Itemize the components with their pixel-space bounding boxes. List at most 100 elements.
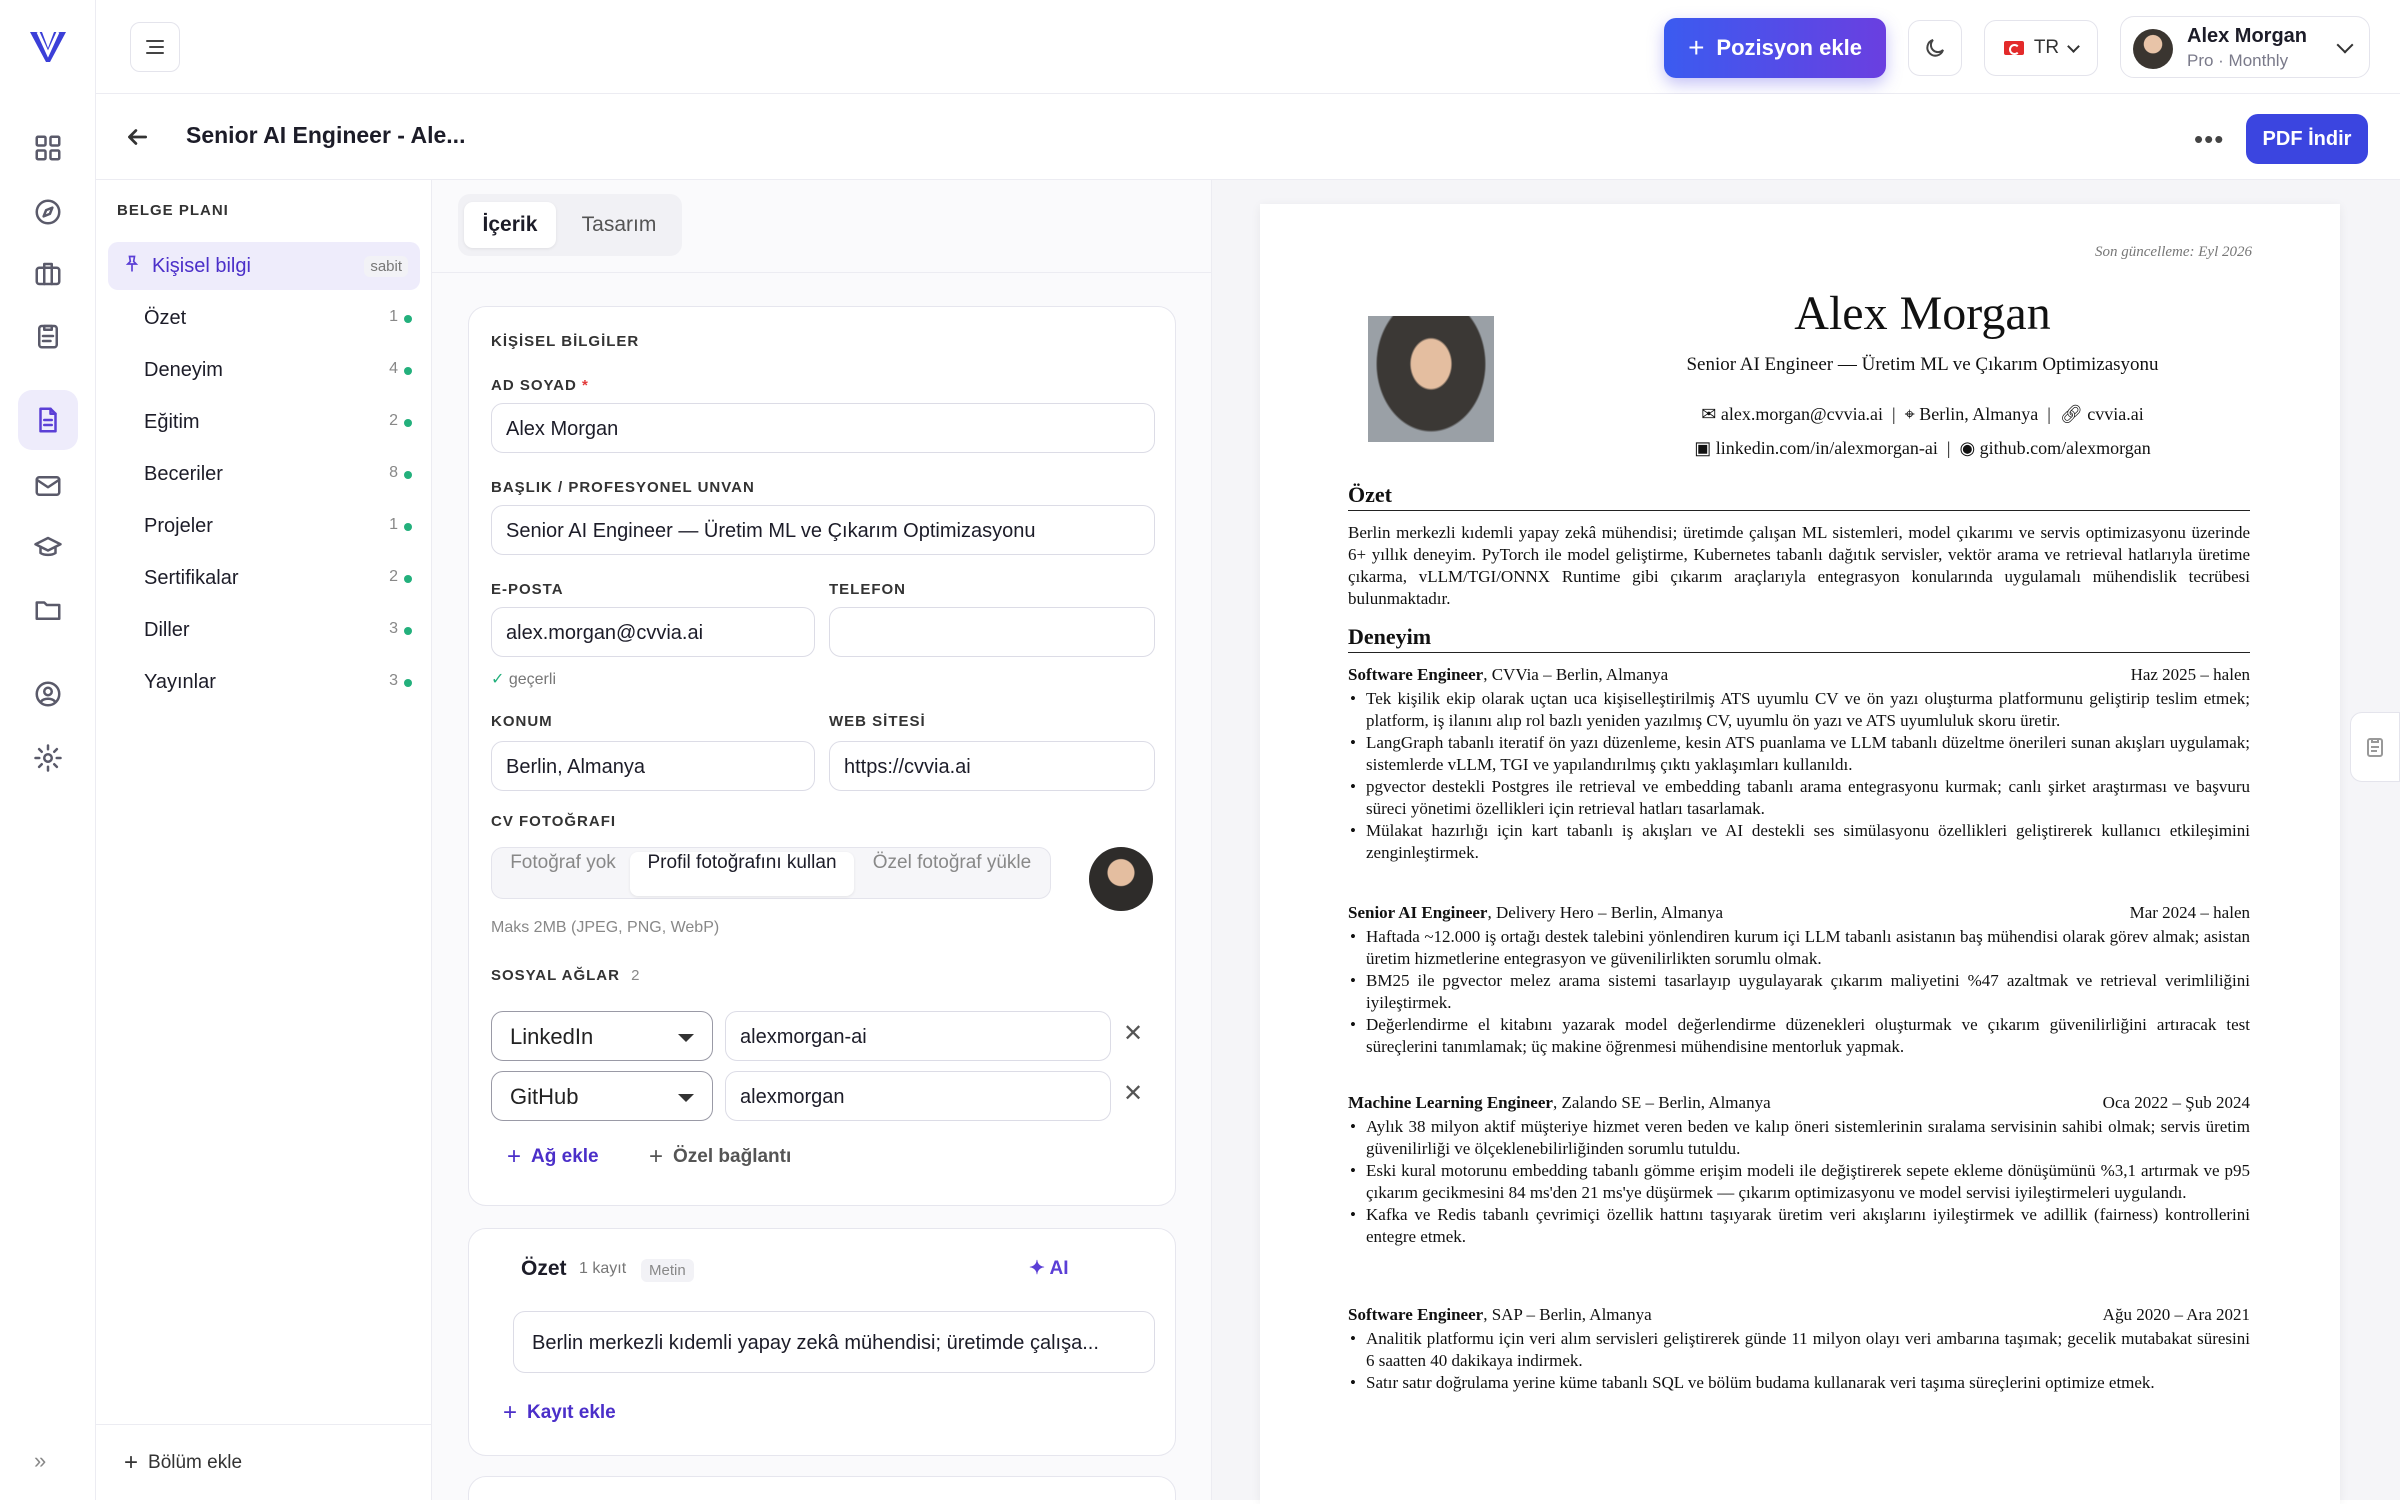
remove-social-icon[interactable]: ✕ xyxy=(1123,1019,1143,1048)
document-header: Senior AI Engineer - Ale... ••• PDF İndi… xyxy=(96,94,2400,180)
name-input[interactable]: Alex Morgan xyxy=(491,403,1155,453)
dashboard-icon[interactable] xyxy=(18,118,78,178)
job-title: Software Engineer xyxy=(1348,1305,1484,1324)
app-rail: » xyxy=(0,0,96,1500)
theme-toggle-button[interactable] xyxy=(1908,20,1962,76)
folder-icon[interactable] xyxy=(18,580,78,640)
summary-card: Özet 1 kayıt Metin ✦ AI Berlin merkezli … xyxy=(468,1228,1176,1456)
more-options-icon[interactable]: ••• xyxy=(2194,124,2224,155)
job-bullet: Aylık 38 milyon aktif müşteriye hizmet v… xyxy=(1348,1116,2250,1160)
cv-contact-line-1: ✉ alex.morgan@cvvia.ai | ⌖ Berlin, Alman… xyxy=(1701,404,2144,424)
plan-item-projects[interactable]: Projeler 1 xyxy=(108,502,420,550)
add-section-button[interactable]: + Bölüm ekle xyxy=(124,1449,242,1477)
user-circle-icon[interactable] xyxy=(18,664,78,724)
email-input[interactable]: alex.morgan@cvvia.ai xyxy=(491,607,815,657)
social-network-select[interactable]: GitHub xyxy=(491,1071,713,1121)
next-section-card xyxy=(468,1476,1176,1500)
summary-count: 1 kayıt xyxy=(579,1260,627,1277)
compass-icon[interactable] xyxy=(18,182,78,242)
location-label: KONUM xyxy=(491,713,553,730)
title-input[interactable]: Senior AI Engineer — Üretim ML ve Çıkarı… xyxy=(491,505,1155,555)
plan-item-certificates[interactable]: Sertifikalar 2 xyxy=(108,554,420,602)
job-dates: Mar 2024 – halen xyxy=(2129,903,2250,922)
website-input[interactable]: https://cvvia.ai xyxy=(829,741,1155,791)
photo-option-selector: Fotoğraf yok Profil fotoğrafını kullan Ö… xyxy=(491,847,1051,899)
remove-social-icon[interactable]: ✕ xyxy=(1123,1079,1143,1108)
language-select[interactable]: TR xyxy=(1984,20,2098,76)
add-network-button[interactable]: + Ağ ekle xyxy=(507,1143,599,1171)
job-bullet: Tek kişilik ekip olarak uçtan uca kişise… xyxy=(1348,688,2250,732)
status-dot xyxy=(404,315,412,323)
social-handle-input[interactable]: alexmorgan xyxy=(725,1071,1111,1121)
menu-icon xyxy=(146,40,164,54)
photo-option-upload[interactable]: Özel fotoğraf yükle xyxy=(858,852,1046,896)
side-panel-toggle[interactable] xyxy=(2350,712,2400,782)
plan-item-languages[interactable]: Diller 3 xyxy=(108,606,420,654)
moon-icon xyxy=(1926,39,1944,57)
location-input[interactable]: Berlin, Almanya xyxy=(491,741,815,791)
tabs-divider xyxy=(432,272,1211,273)
briefcase-icon[interactable] xyxy=(18,244,78,304)
add-record-button[interactable]: + Kayıt ekle xyxy=(503,1399,616,1427)
status-dot xyxy=(404,575,412,583)
back-arrow-icon[interactable] xyxy=(124,124,150,150)
menu-toggle-button[interactable] xyxy=(130,22,180,72)
plan-footer: + Bölüm ekle xyxy=(96,1424,432,1500)
app-logo[interactable] xyxy=(28,28,68,64)
ai-assist-button[interactable]: ✦ AI xyxy=(1029,1257,1069,1280)
clipboard-icon[interactable] xyxy=(18,306,78,366)
plan-item-publications[interactable]: Yayınlar 3 xyxy=(108,658,420,706)
check-icon: ✓ xyxy=(491,671,505,688)
cv-job: Software Engineer, CVVia – Berlin, Alman… xyxy=(1348,664,2250,864)
link-icon: 🔗︎ xyxy=(2059,404,2083,424)
add-position-button[interactable]: + Pozisyon ekle xyxy=(1664,18,1886,78)
job-bullet: Kafka ve Redis tabanlı çevrimiçi özellik… xyxy=(1348,1204,2250,1248)
user-name: Alex Morgan xyxy=(2187,25,2308,47)
social-handle-input[interactable]: alexmorgan-ai xyxy=(725,1011,1111,1061)
mail-icon[interactable] xyxy=(18,456,78,516)
download-pdf-button[interactable]: PDF İndir xyxy=(2246,114,2368,164)
job-bullet: BM25 ile pgvector melez arama sistemi ta… xyxy=(1348,970,2250,1014)
job-company: , Delivery Hero – Berlin, Almanya xyxy=(1487,903,1724,922)
graduation-cap-icon[interactable] xyxy=(18,518,78,578)
editor-tabs: İçerik Tasarım xyxy=(458,194,682,256)
plan-heading: BELGE PLANI xyxy=(117,202,229,219)
summary-entry[interactable]: Berlin merkezli kıdemli yapay zekâ mühen… xyxy=(513,1311,1155,1373)
plan-item-personal-info[interactable]: Kişisel bilgi sabit xyxy=(108,242,420,290)
tab-content[interactable]: İçerik xyxy=(464,202,556,248)
plan-item-skills[interactable]: Beceriler 8 xyxy=(108,450,420,498)
settings-icon[interactable] xyxy=(18,728,78,788)
page-title: Senior AI Engineer - Ale... xyxy=(186,122,466,148)
phone-input[interactable] xyxy=(829,607,1155,657)
custom-link-button[interactable]: + Özel bağlantı xyxy=(649,1143,791,1171)
cv-name: Alex Morgan xyxy=(1794,287,2051,340)
photo-option-none[interactable]: Fotoğraf yok xyxy=(498,852,628,896)
job-bullet: Haftada ~12.000 iş ortağı destek talebin… xyxy=(1348,926,2250,970)
cv-preview: Son güncelleme: Eyl 2026 Alex Morgan Sen… xyxy=(1212,180,2400,1504)
content-editor: İçerik Tasarım KİŞİSEL BİLGİLER AD SOYAD… xyxy=(432,180,1212,1500)
chevron-down-icon xyxy=(2067,39,2081,53)
user-menu[interactable]: Alex Morgan Pro · Monthly xyxy=(2120,16,2370,78)
plan-item-experience[interactable]: Deneyim 4 xyxy=(108,346,420,394)
cv-job: Machine Learning Engineer, Zalando SE – … xyxy=(1348,1092,2250,1248)
cv-contact-line-2: ▣ linkedin.com/in/alexmorgan-ai | ◉ gith… xyxy=(1694,438,2151,458)
document-plan-panel: BELGE PLANI Kişisel bilgi sabit Özet 1 De… xyxy=(96,180,432,1500)
personal-info-card: KİŞİSEL BİLGİLER AD SOYAD * Alex Morgan … xyxy=(468,306,1176,1206)
pinned-badge: sabit xyxy=(364,256,408,277)
name-label: AD SOYAD * xyxy=(491,377,589,394)
expand-rail-icon[interactable]: » xyxy=(34,1448,46,1474)
last-updated: Son güncelleme: Eyl 2026 xyxy=(2094,244,2252,260)
photo-option-profile[interactable]: Profil fotoğrafını kullan xyxy=(630,852,854,896)
profile-photo-thumbnail xyxy=(1089,847,1153,911)
plan-item-education[interactable]: Eğitim 2 xyxy=(108,398,420,446)
sparkle-icon: ✦ xyxy=(1029,1258,1045,1279)
photo-hint: Maks 2MB (JPEG, PNG, WebP) xyxy=(491,919,720,936)
plan-item-summary[interactable]: Özet 1 xyxy=(108,294,420,342)
cv-experience-heading: Deneyim xyxy=(1348,624,2250,653)
linkedin-icon: ▣ xyxy=(1694,438,1712,458)
plus-icon: + xyxy=(649,1143,664,1170)
summary-type-tag: Metin xyxy=(641,1259,694,1282)
document-icon[interactable] xyxy=(18,390,78,450)
tab-design[interactable]: Tasarım xyxy=(562,202,676,248)
social-network-select[interactable]: LinkedIn xyxy=(491,1011,713,1061)
